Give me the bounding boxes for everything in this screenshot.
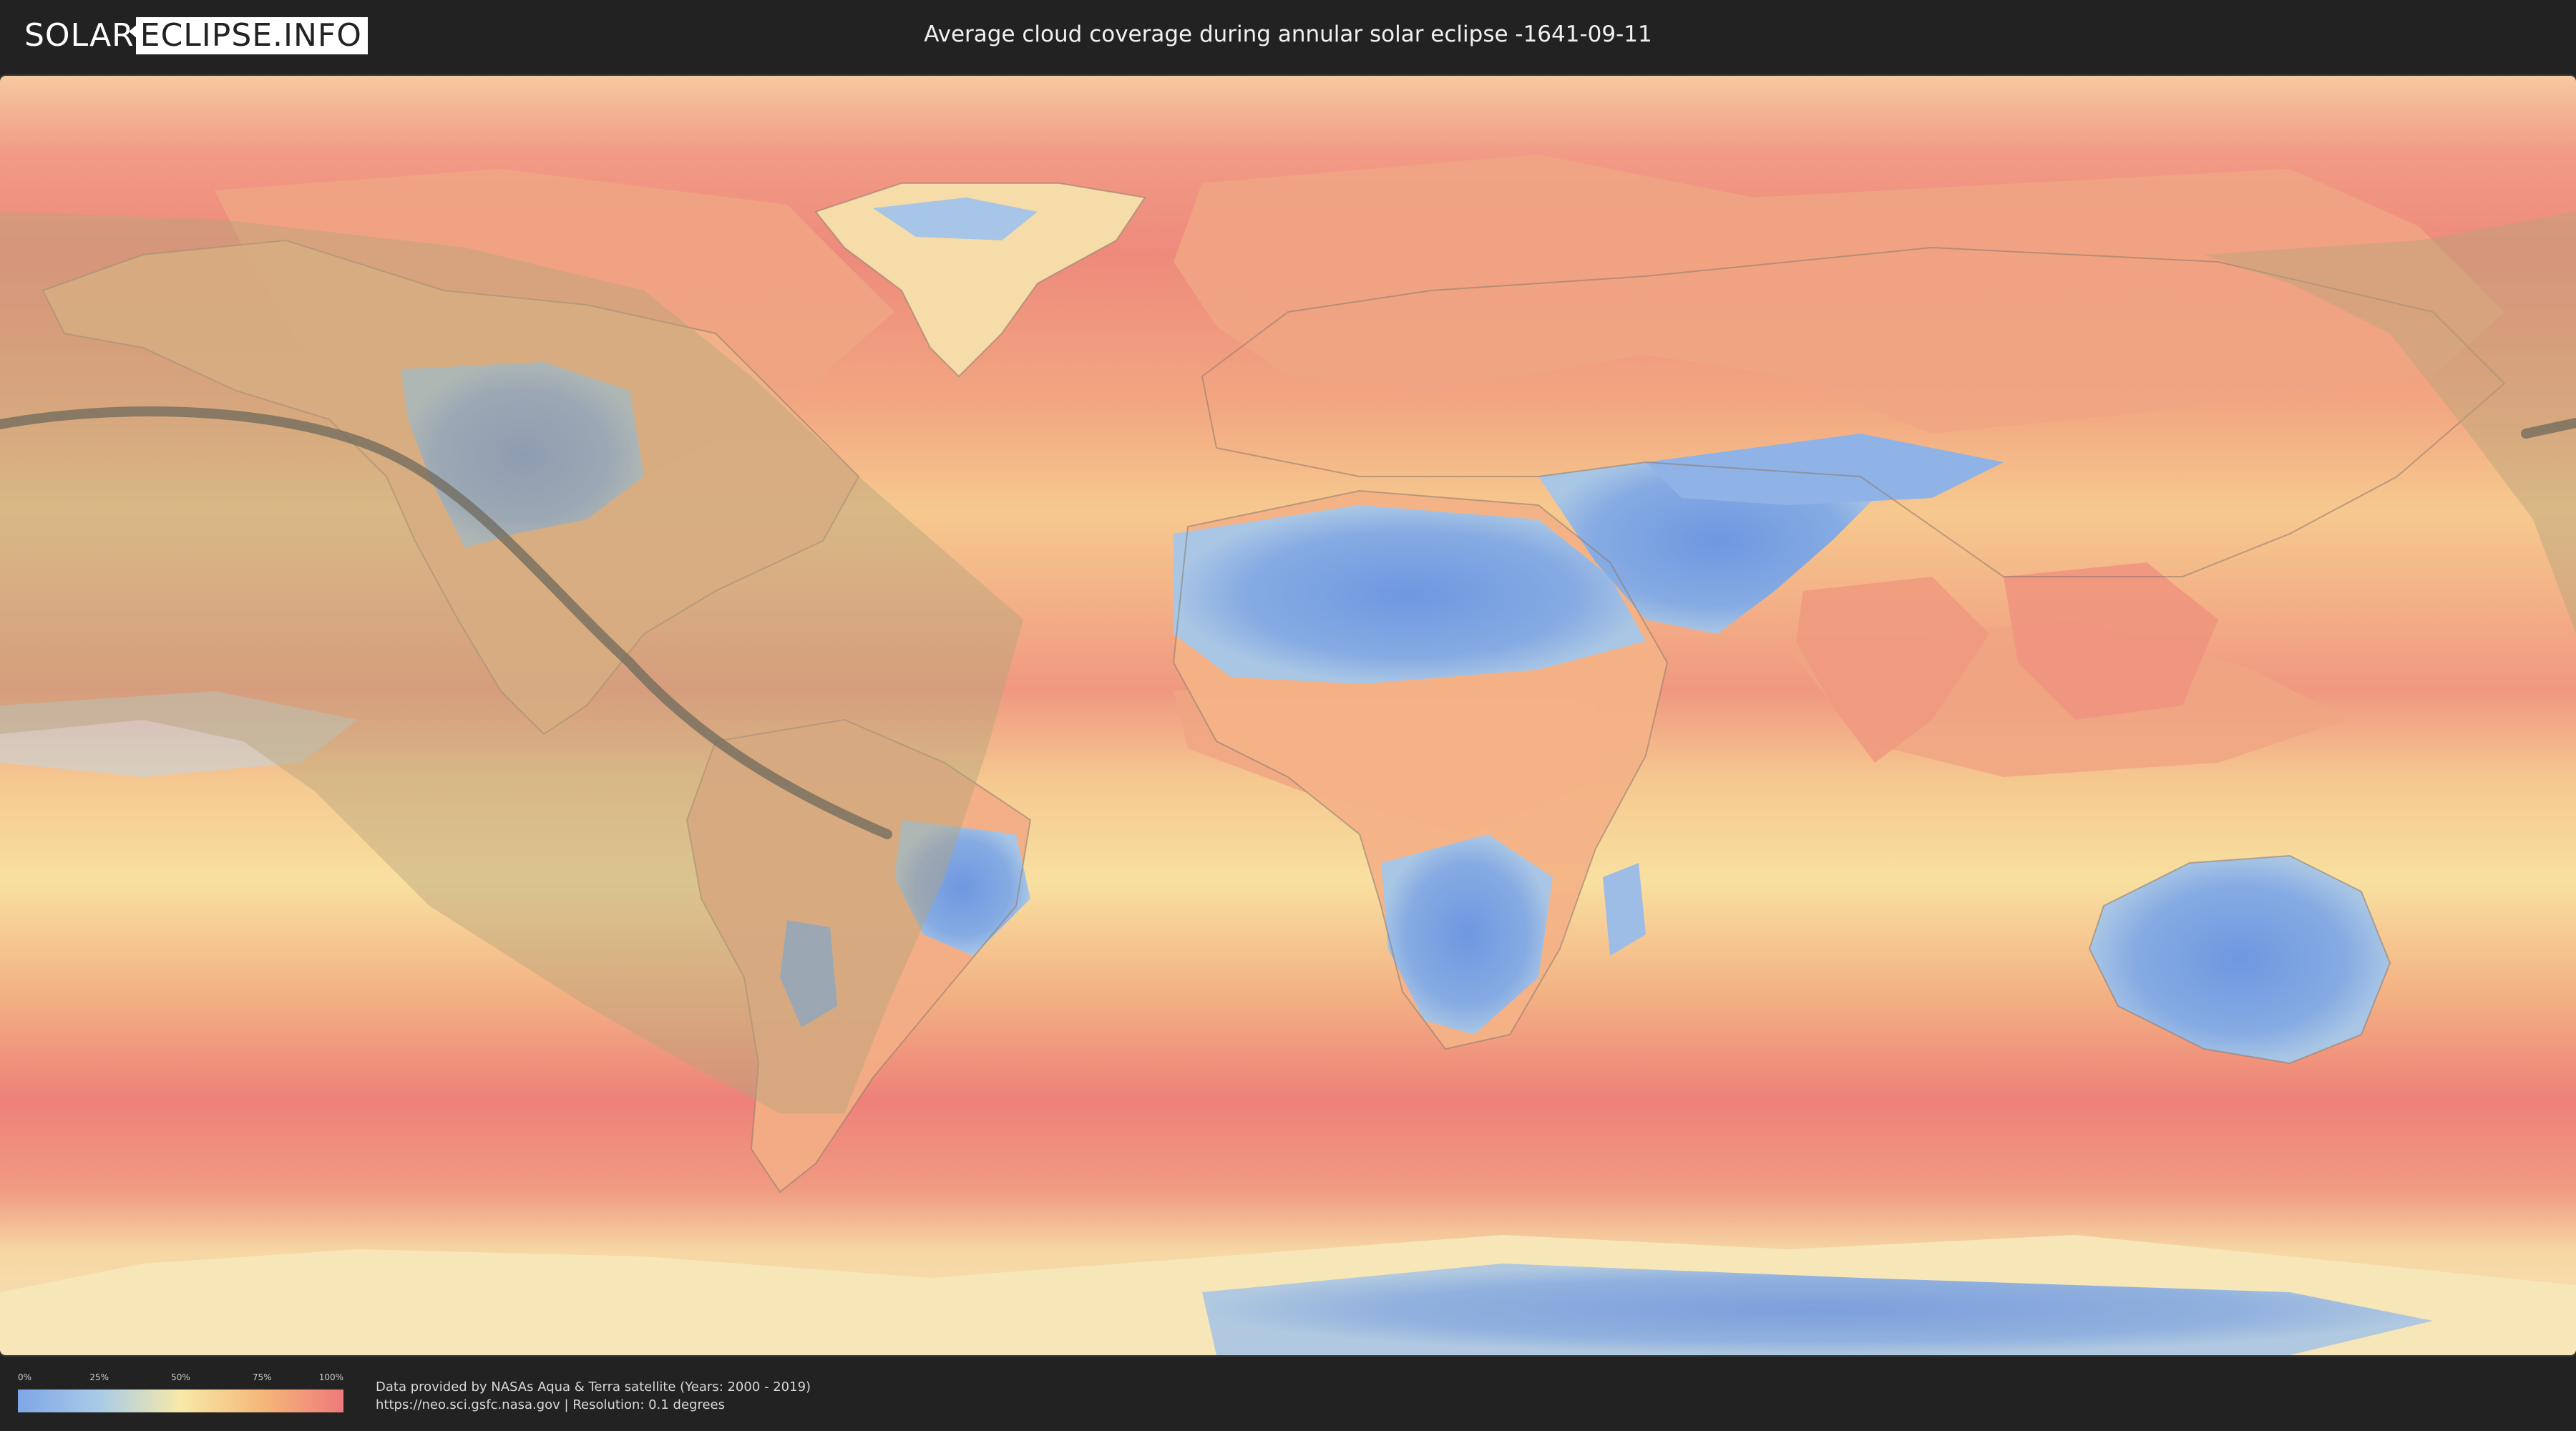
- footer: 0% 25% 50% 75% 100% Data provided by NAS…: [0, 1357, 2576, 1431]
- cloud-coverage-map[interactable]: [0, 76, 2576, 1355]
- data-credits: Data provided by NASAs Aqua & Terra sate…: [376, 1378, 811, 1414]
- legend-tick-labels: 0% 25% 50% 75% 100%: [18, 1372, 343, 1384]
- header: SOLAR ECLIPSE.INFO Average cloud coverag…: [0, 0, 2576, 74]
- source-line: https://neo.sci.gsfc.nasa.gov | Resoluti…: [376, 1397, 725, 1412]
- legend-tick-25: 25%: [89, 1372, 109, 1382]
- legend-color-bar: [18, 1390, 343, 1412]
- world-map-svg: [0, 76, 2576, 1355]
- legend-tick-0: 0%: [18, 1372, 32, 1382]
- legend-tick-50: 50%: [171, 1372, 190, 1382]
- credit-line: Data provided by NASAs Aqua & Terra sate…: [376, 1379, 811, 1395]
- cloud-coverage-legend: 0% 25% 50% 75% 100%: [18, 1372, 343, 1412]
- legend-tick-75: 75%: [252, 1372, 272, 1382]
- page-title: Average cloud coverage during annular so…: [924, 21, 1652, 47]
- legend-tick-100: 100%: [318, 1372, 343, 1382]
